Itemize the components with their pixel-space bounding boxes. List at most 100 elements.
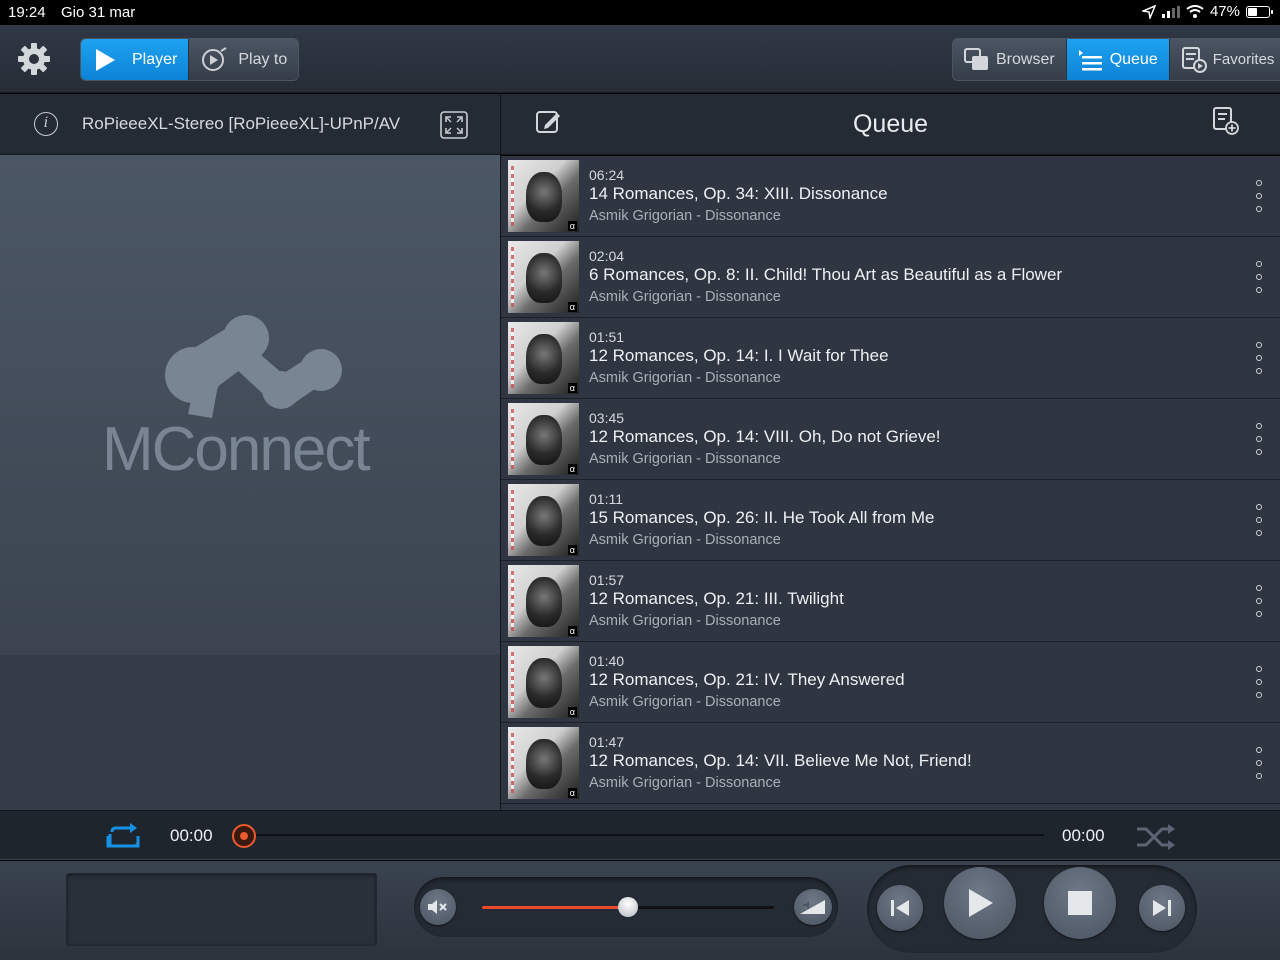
tab-player[interactable]: Player [81,39,189,80]
mute-button[interactable] [420,889,456,925]
play-to-icon [202,46,227,71]
art-stripe [511,409,514,469]
tab-browser[interactable]: Browser [953,39,1066,80]
more-options-icon[interactable] [1254,180,1264,212]
art-portrait [526,415,562,465]
queue-row[interactable]: α 03:45 12 Romances, Op. 14: VIII. Oh, Do … [501,399,1280,480]
favorites-icon [1181,46,1207,73]
queue-row[interactable]: α 01:51 12 Romances, Op. 14: I. I Wait for… [501,318,1280,399]
album-art-thumbnail: α [508,403,579,475]
more-options-icon[interactable] [1254,261,1264,293]
track-duration: 02:04 [589,248,625,264]
transport-bar [0,861,1280,960]
art-stripe [511,571,514,631]
more-options-icon[interactable] [1254,342,1264,374]
art-stripe [511,733,514,793]
art-stripe [511,328,514,388]
album-art-thumbnail: α [508,484,579,556]
tab-queue-label: Queue [1109,50,1158,68]
skip-previous-icon [891,900,909,916]
album-art-thumbnail: α [508,565,579,637]
volume-knob[interactable] [618,897,638,917]
skip-next-icon [1153,900,1171,916]
tab-favorites[interactable]: Favorites [1170,39,1280,80]
shuffle-icon[interactable] [1136,823,1176,851]
more-options-icon[interactable] [1254,666,1264,698]
queue-row[interactable]: α 01:40 12 Romances, Op. 21: IV. They Answ… [501,642,1280,723]
volume-fill [482,906,628,909]
art-label-mark: α [567,383,577,393]
track-subtitle: Asmik Grigorian - Dissonance [589,775,781,791]
album-art-thumbnail: α [508,241,579,313]
queue-row[interactable]: α 02:04 6 Romances, Op. 8: II. Child! Thou… [501,237,1280,318]
track-title: 12 Romances, Op. 21: III. Twilight [589,589,844,608]
queue-row[interactable]: α 01:57 12 Romances, Op. 21: III. Twilight… [501,561,1280,642]
save-playlist-icon[interactable] [1212,107,1240,137]
track-title: 12 Romances, Op. 21: IV. They Answered [589,670,905,689]
tab-queue[interactable]: Queue [1066,39,1169,80]
playback-controls [867,865,1197,953]
fullscreen-icon[interactable] [440,111,468,139]
art-label-mark: α [567,302,577,312]
track-subtitle: Asmik Grigorian - Dissonance [589,613,781,629]
album-art-area: MConnect [0,155,500,655]
more-options-icon[interactable] [1254,504,1264,536]
next-button[interactable] [1139,885,1185,931]
track-duration: 01:51 [589,329,625,345]
art-portrait [526,658,562,708]
signal-icon [1161,5,1180,18]
queue-title: Queue [852,110,929,138]
queue-row[interactable]: α 06:24 14 Romances, Op. 34: XIII. Dissona… [501,156,1280,237]
tab-play-to-label: Play to [238,50,288,68]
track-title: 14 Romances, Op. 34: XIII. Dissonance [589,184,888,203]
stop-button[interactable] [1044,867,1116,939]
volume-max-button[interactable] [794,889,832,925]
total-time: 00:00 [1062,826,1105,845]
art-label-mark: α [567,707,577,717]
track-duration: 01:11 [589,491,623,507]
status-bar: 19:24 Gio 31 mar 47% [0,0,1280,25]
tab-favorites-label: Favorites [1212,51,1275,68]
elapsed-time: 00:00 [170,826,213,845]
renderer-name: RoPieeeXL-Stereo [RoPieeeXL]-UPnP/AV [82,114,401,133]
play-button[interactable] [944,867,1016,939]
queue-row[interactable]: α 01:11 15 Romances, Op. 26: II. He Took A… [501,480,1280,561]
status-date: Gio 31 mar [61,4,136,21]
track-title: 15 Romances, Op. 26: II. He Took All fro… [589,508,935,527]
info-icon[interactable]: i [34,112,58,136]
now-playing-box[interactable] [66,873,377,946]
art-portrait [526,253,562,303]
more-options-icon[interactable] [1254,585,1264,617]
tab-player-label: Player [132,50,178,68]
art-label-mark: α [567,464,577,474]
track-subtitle: Asmik Grigorian - Dissonance [589,208,781,224]
art-label-mark: α [567,788,577,798]
queue-row[interactable]: α 01:47 12 Romances, Op. 14: VII. Believe … [501,723,1280,804]
track-duration: 01:47 [589,734,625,750]
track-title: 6 Romances, Op. 8: II. Child! Thou Art a… [589,265,1063,284]
track-title: 12 Romances, Op. 14: I. I Wait for Thee [589,346,889,365]
album-art-thumbnail: α [508,160,579,232]
art-label-mark: α [567,545,577,555]
tab-play-to[interactable]: Play to [189,39,298,80]
art-portrait [526,739,562,789]
status-right: 47% [1141,3,1273,20]
renderer-header: i RoPieeeXL-Stereo [RoPieeeXL]-UPnP/AV [0,94,500,155]
repeat-icon[interactable] [106,822,144,852]
seek-knob[interactable] [232,824,256,848]
stop-icon [1068,891,1092,915]
track-subtitle: Asmik Grigorian - Dissonance [589,289,781,305]
settings-gear-icon[interactable] [14,39,54,79]
track-duration: 01:40 [589,653,625,669]
more-options-icon[interactable] [1254,423,1264,455]
wifi-icon [1186,5,1204,18]
track-title: 12 Romances, Op. 14: VII. Believe Me Not… [589,751,972,770]
volume-track[interactable] [482,897,774,917]
art-stripe [511,652,514,712]
art-portrait [526,334,562,384]
progress-bar: 00:00 00:00 [0,810,1280,860]
more-options-icon[interactable] [1254,747,1264,779]
seek-track[interactable] [256,834,1044,836]
previous-button[interactable] [877,885,923,931]
queue-icon [1078,49,1102,70]
